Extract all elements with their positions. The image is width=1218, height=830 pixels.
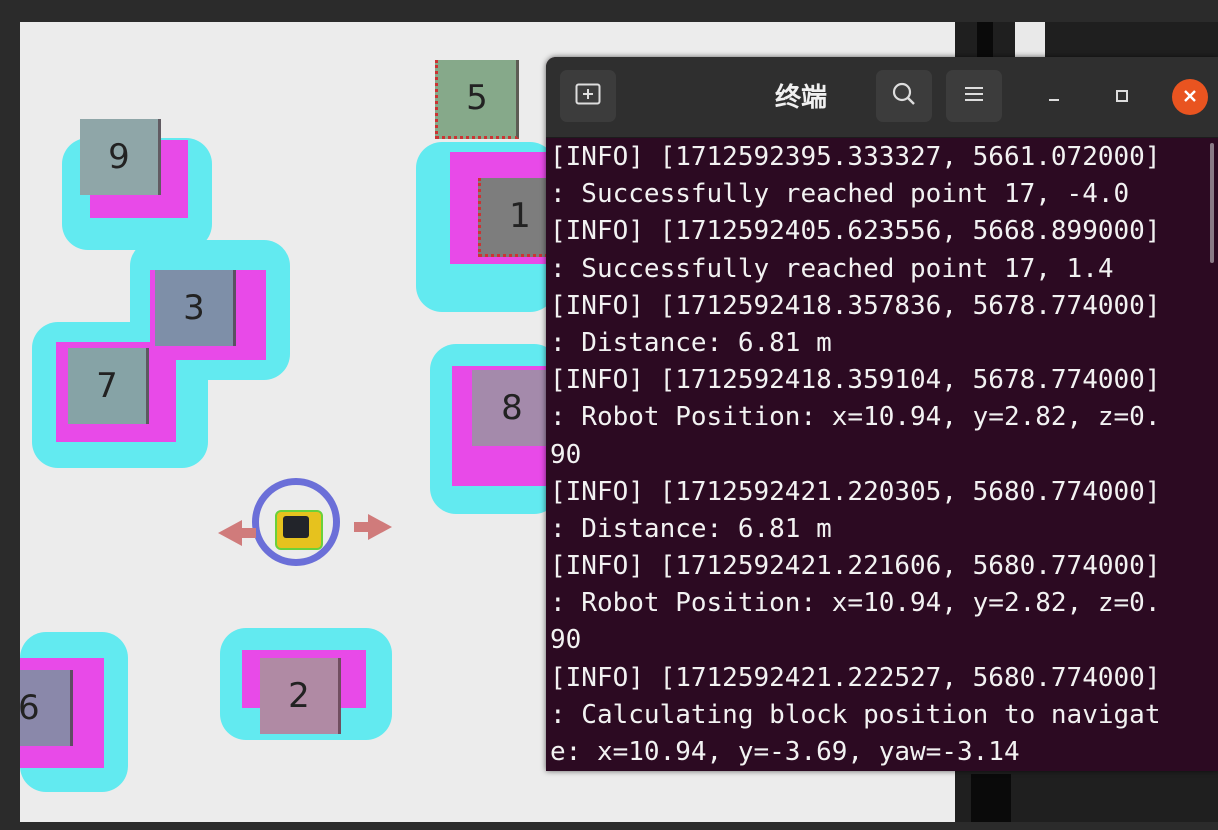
new-tab-icon [575, 83, 601, 109]
maximize-button[interactable] [1104, 79, 1140, 115]
maximize-icon [1115, 88, 1129, 107]
terminal-line: : Robot Position: x=10.94, y=2.82, z=0. [550, 588, 1161, 619]
block-label: 8 [501, 388, 523, 428]
terminal-line: : Distance: 6.81 m [550, 513, 832, 544]
terminal-line: 90 [550, 439, 582, 470]
terminal-line: : Calculating block position to navigat [550, 699, 1161, 730]
terminal-line: 90 [550, 625, 582, 656]
terminal-line: : Successfully reached point 17, 1.4 [550, 253, 1114, 284]
block-label: 3 [183, 288, 205, 328]
pose-arrow-right [368, 514, 392, 540]
block-label: 6 [20, 688, 40, 728]
pose-arrow-stem [240, 528, 256, 538]
robot-lidar [283, 516, 309, 538]
minimize-icon [1047, 88, 1061, 107]
background-window-bar [1015, 22, 1045, 58]
block-7: 7 [68, 348, 149, 424]
block-label: 5 [466, 78, 488, 118]
terminal-line: : Robot Position: x=10.94, y=2.82, z=0. [550, 402, 1161, 433]
close-icon [1183, 88, 1197, 107]
terminal-titlebar[interactable]: 终端 [546, 57, 1218, 138]
terminal-line: e: x=10.94, y=-3.69, yaw=-3.14 [550, 737, 1020, 767]
terminal-line: : Distance: 6.81 m [550, 327, 832, 358]
block-9: 9 [80, 119, 161, 195]
terminal-output[interactable]: [INFO] [1712592395.333327, 5661.072000] … [550, 139, 1214, 771]
terminal-line: [INFO] [1712592418.357836, 5678.774000] [550, 290, 1161, 321]
block-label: 9 [108, 137, 130, 177]
block-8: 8 [472, 370, 555, 446]
hamburger-menu-icon [963, 84, 985, 108]
terminal-window[interactable]: 终端 [INFO] [1712592395.333327, 5661.07200… [546, 57, 1218, 771]
block-6: 6 [20, 670, 73, 746]
background-window-bar [977, 22, 993, 58]
menu-button[interactable] [946, 70, 1002, 122]
minimize-button[interactable] [1036, 79, 1072, 115]
terminal-line: [INFO] [1712592405.623556, 5668.899000] [550, 216, 1161, 247]
new-tab-button[interactable] [560, 70, 616, 122]
pose-arrow-left [218, 520, 242, 546]
block-5: 5 [435, 60, 519, 139]
terminal-line: : Successfully reached point 17, -4.0 [550, 179, 1130, 210]
block-2: 2 [260, 658, 341, 734]
search-icon [891, 81, 917, 111]
block-label: 1 [509, 196, 531, 236]
terminal-line: [INFO] [1712592418.359104, 5678.774000] [550, 365, 1161, 396]
block-3: 3 [155, 270, 236, 346]
terminal-title: 终端 [774, 83, 827, 113]
terminal-scrollbar[interactable] [1210, 143, 1214, 263]
search-button[interactable] [876, 70, 932, 122]
block-label: 2 [288, 676, 310, 716]
terminal-line: [INFO] [1712592395.333327, 5661.072000] [550, 142, 1161, 172]
block-label: 7 [96, 366, 118, 406]
background-window-bar [971, 774, 1011, 822]
terminal-line: [INFO] [1712592421.220305, 5680.774000] [550, 476, 1161, 507]
terminal-line: [INFO] [1712592421.221606, 5680.774000] [550, 551, 1161, 582]
terminal-line: [INFO] [1712592421.222527, 5680.774000] [550, 662, 1161, 693]
close-button[interactable] [1172, 79, 1208, 115]
